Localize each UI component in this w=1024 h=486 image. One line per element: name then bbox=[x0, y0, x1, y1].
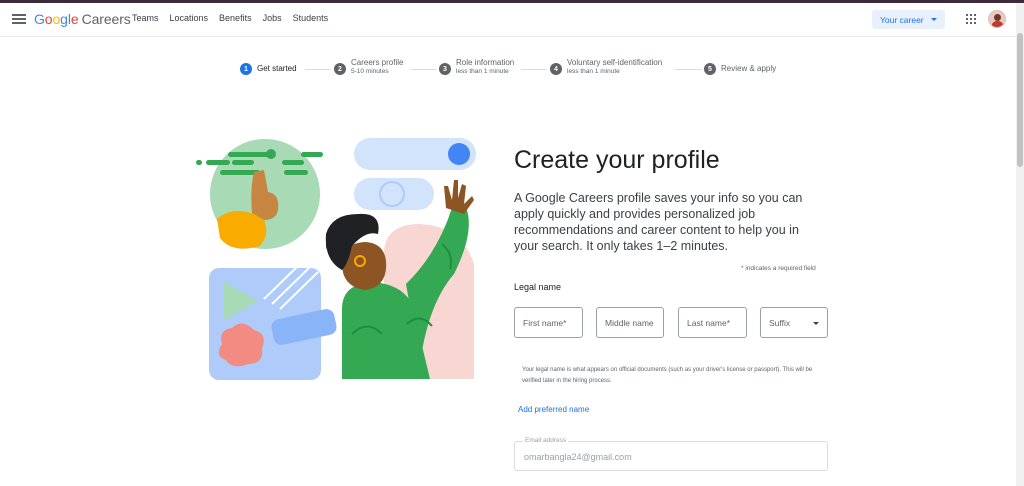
google-careers-logo[interactable]: Google Careers bbox=[34, 11, 131, 27]
main-nav: Teams Locations Benefits Jobs Students bbox=[132, 13, 339, 23]
logo-letter: G bbox=[34, 11, 45, 27]
apps-grid-icon[interactable] bbox=[966, 14, 976, 24]
step-connector bbox=[675, 69, 702, 70]
email-field-label: Email address bbox=[523, 437, 569, 444]
nav-students[interactable]: Students bbox=[293, 13, 329, 23]
nav-teams[interactable]: Teams bbox=[132, 13, 159, 23]
profile-description: A Google Careers profile saves your info… bbox=[514, 191, 803, 253]
step-review-apply[interactable]: 5 Review & apply bbox=[704, 63, 776, 75]
first-name-placeholder: First name* bbox=[523, 317, 567, 328]
page-title: Create your profile bbox=[514, 146, 720, 174]
step-number: 4 bbox=[550, 63, 562, 75]
middle-name-field[interactable]: Middle name bbox=[596, 307, 664, 338]
step-number: 3 bbox=[439, 63, 451, 75]
email-field[interactable]: Email address omarbangla24@gmail.com bbox=[514, 437, 828, 471]
logo-letter: g bbox=[60, 11, 68, 27]
step-careers-profile[interactable]: 2 Careers profile 5-10 minutes bbox=[334, 59, 403, 76]
nav-jobs[interactable]: Jobs bbox=[263, 13, 282, 23]
logo-careers-text: Careers bbox=[81, 11, 131, 27]
step-number: 2 bbox=[334, 63, 346, 75]
site-header: Google Careers Teams Locations Benefits J… bbox=[0, 3, 1016, 37]
nav-locations[interactable]: Locations bbox=[170, 13, 209, 23]
last-name-field[interactable]: Last name* bbox=[678, 307, 747, 338]
chevron-down-icon bbox=[813, 322, 819, 325]
step-duration: less than 1 minute bbox=[456, 68, 509, 75]
step-number: 1 bbox=[240, 63, 252, 75]
avatar[interactable] bbox=[988, 10, 1006, 28]
step-label: Review & apply bbox=[721, 64, 777, 73]
step-duration: 5-10 minutes bbox=[351, 68, 389, 75]
nav-benefits[interactable]: Benefits bbox=[219, 13, 252, 23]
last-name-placeholder: Last name* bbox=[687, 317, 730, 328]
pointing-hand-badge bbox=[196, 139, 323, 249]
step-connector bbox=[411, 69, 436, 70]
first-name-field[interactable]: First name* bbox=[514, 307, 583, 338]
legal-name-help-text: Your legal name is what appears on offic… bbox=[522, 367, 813, 384]
middle-name-placeholder: Middle name bbox=[605, 317, 654, 328]
step-label: Role information bbox=[456, 58, 515, 67]
step-connector bbox=[305, 69, 331, 70]
your-career-button[interactable]: Your career bbox=[872, 10, 945, 29]
profile-illustration bbox=[196, 138, 476, 380]
page-scrollbar[interactable] bbox=[1016, 3, 1024, 486]
menu-icon[interactable] bbox=[12, 12, 26, 26]
email-value: omarbangla24@gmail.com bbox=[524, 452, 632, 462]
chevron-down-icon bbox=[931, 18, 937, 21]
add-preferred-name-link[interactable]: Add preferred name bbox=[518, 405, 589, 414]
step-label: Voluntary self-identification bbox=[567, 58, 663, 67]
step-label: Get started bbox=[257, 64, 297, 73]
media-card-graphic bbox=[209, 261, 337, 380]
step-duration: less than 1 minute bbox=[567, 68, 620, 75]
suffix-placeholder: Suffix bbox=[769, 317, 791, 328]
step-label: Careers profile bbox=[351, 58, 404, 67]
step-get-started[interactable]: 1 Get started bbox=[240, 63, 297, 75]
step-self-identification[interactable]: 4 Voluntary self-identification less tha… bbox=[550, 59, 662, 76]
step-connector bbox=[521, 69, 547, 70]
your-career-label: Your career bbox=[880, 14, 924, 25]
legal-name-heading: Legal name bbox=[514, 282, 562, 292]
suffix-select[interactable]: Suffix bbox=[760, 307, 828, 338]
scrollbar-thumb[interactable] bbox=[1017, 33, 1023, 167]
required-note: * indicates a required field bbox=[741, 265, 816, 272]
step-role-information[interactable]: 3 Role information less than 1 minute bbox=[439, 59, 514, 76]
logo-letter: e bbox=[70, 11, 79, 27]
step-number: 5 bbox=[704, 63, 716, 75]
